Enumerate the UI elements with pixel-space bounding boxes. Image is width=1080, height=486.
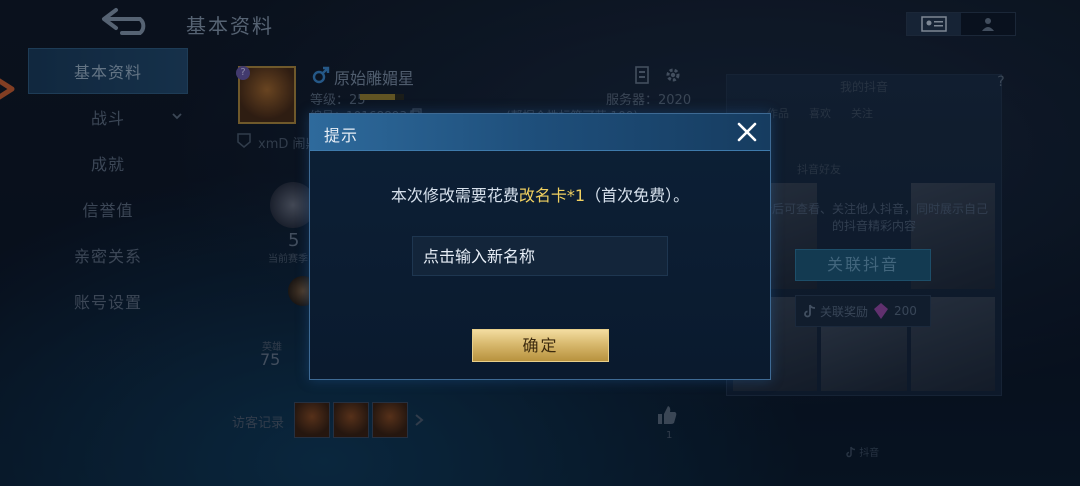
rename-dialog: 提示 本次修改需要花费改名卡*1（首次免费）。 确定 xyxy=(309,113,771,380)
rename-card-cost: 改名卡*1 xyxy=(518,186,586,205)
confirm-button[interactable]: 确定 xyxy=(472,329,609,362)
message-prefix: 本次修改需要花费 xyxy=(390,186,519,205)
close-icon[interactable] xyxy=(736,121,758,143)
dialog-titlebar: 提示 xyxy=(310,114,770,151)
new-name-input[interactable] xyxy=(412,236,668,276)
message-suffix: （首次免费）。 xyxy=(585,186,690,205)
dialog-title: 提示 xyxy=(324,126,359,145)
dialog-message: 本次修改需要花费改名卡*1（首次免费）。 xyxy=(310,182,770,206)
